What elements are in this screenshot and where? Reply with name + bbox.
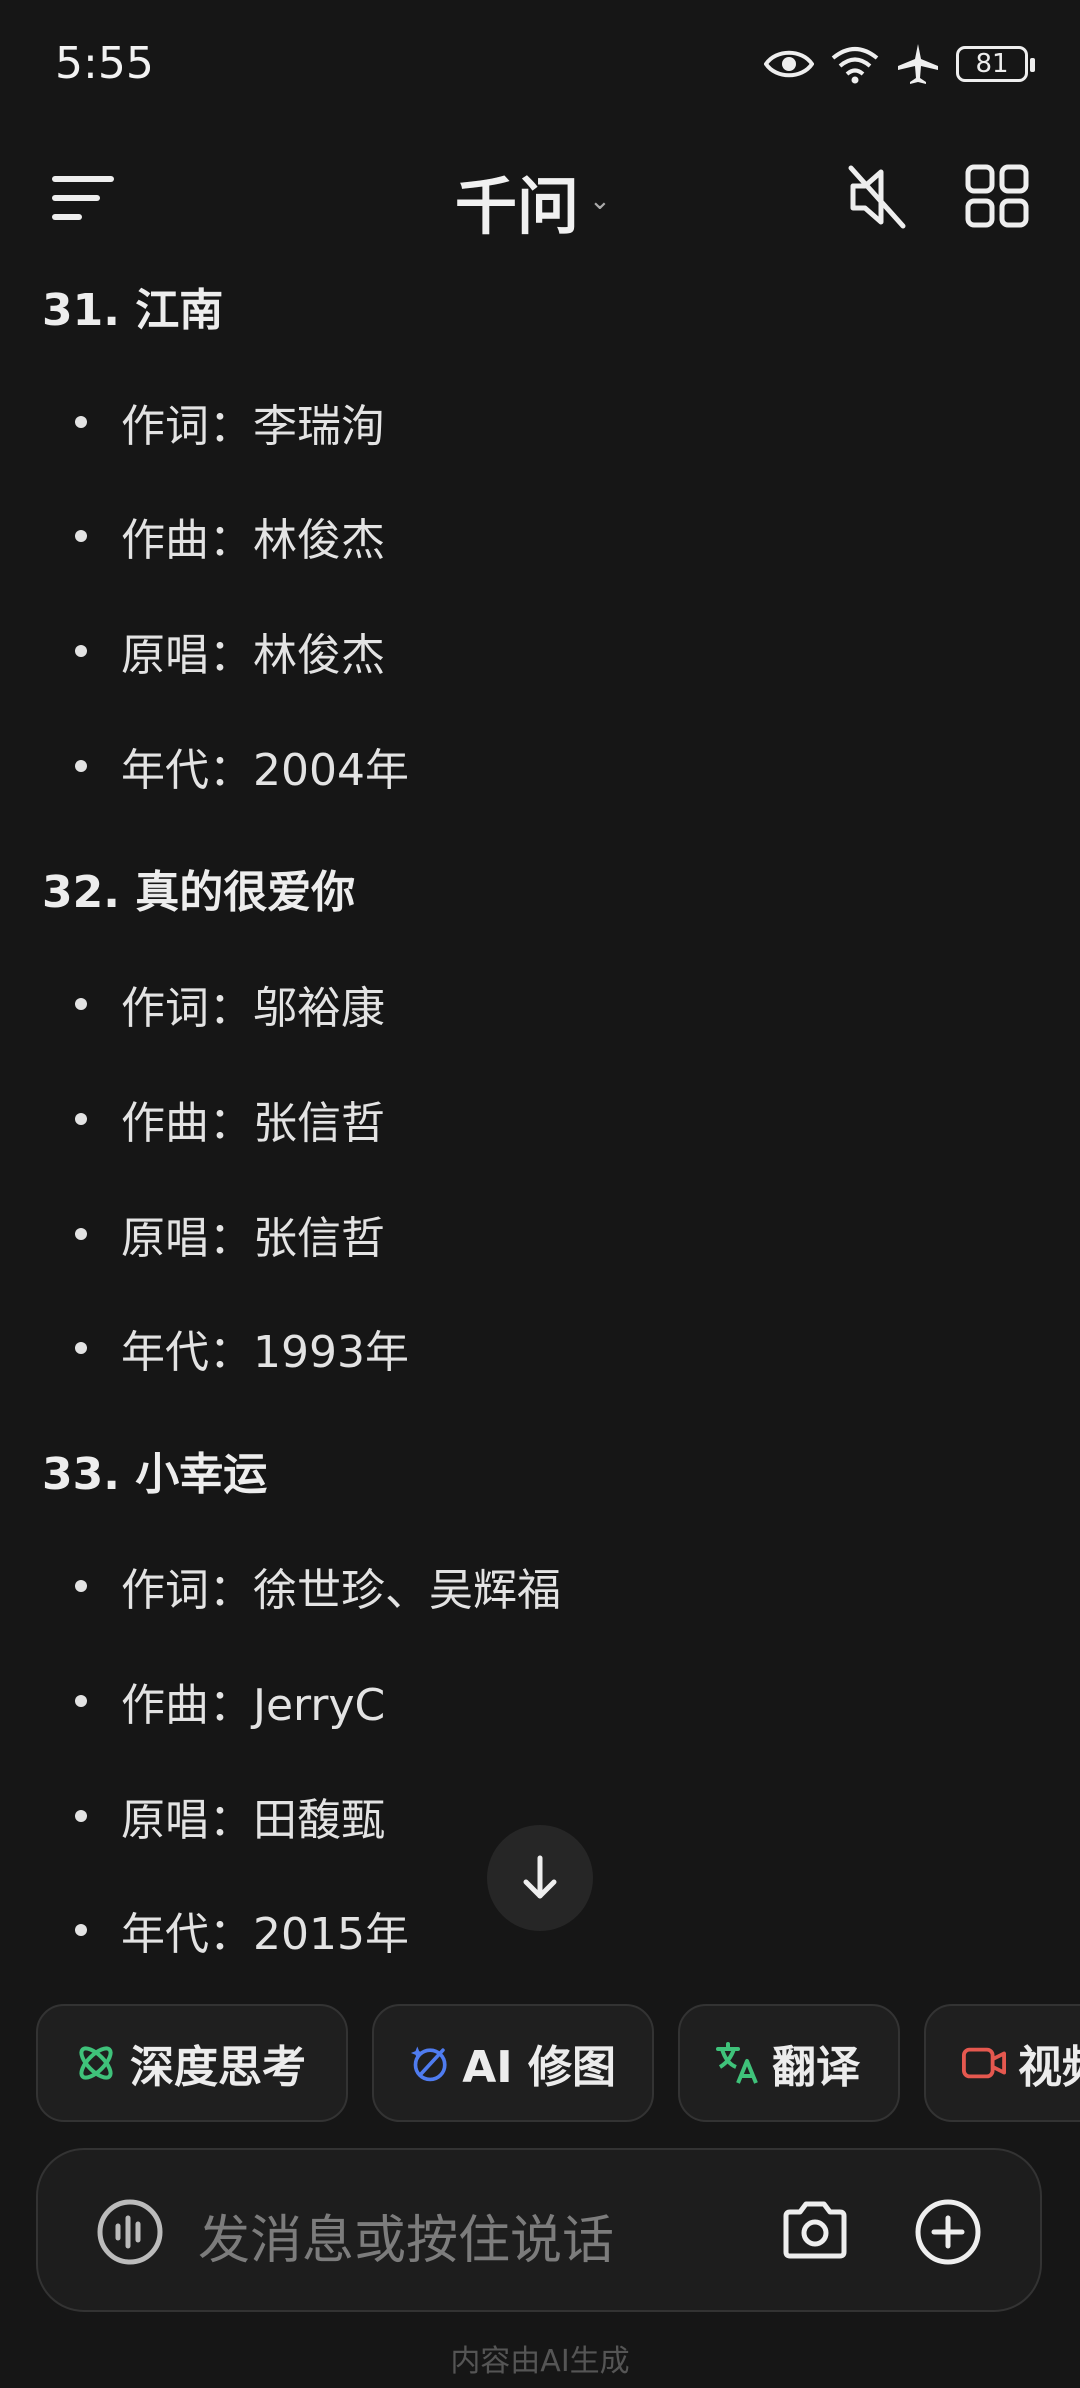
song-heading: 33. 小幸运 [42,1449,268,1500]
status-time: 5:55 [55,38,154,89]
bullet-dot [75,1228,87,1240]
bullet-dot [75,416,87,428]
list-item-text: 原唱：田馥甄 [121,1795,385,1846]
list-item-text: 作词：邬裕康 [121,983,385,1034]
list-item: 原唱：林俊杰 [75,619,385,683]
bullet-dot [75,760,87,772]
song-heading: 32. 真的很爱你 [42,867,356,918]
chevron-down-icon: ⌄ [589,186,611,216]
list-item: 作曲：林俊杰 [75,504,385,568]
list-item: 原唱：张信哲 [75,1202,385,1266]
model-selector[interactable]: 千问 ⌄ [455,156,611,246]
list-item: 作词：邬裕康 [75,972,385,1036]
list-item-text: 原唱：张信哲 [121,1213,385,1264]
list-item: 作曲：张信哲 [75,1087,385,1151]
menu-icon[interactable] [52,170,116,226]
translate-icon [716,2042,758,2084]
chip-label: AI 修图 [462,2042,616,2093]
add-attachment-icon[interactable] [914,2198,982,2266]
airplane-icon [898,44,938,84]
message-composer: 发消息或按住说话 [36,2148,1042,2312]
list-item-text: 作曲：JerryC [121,1680,386,1731]
list-item-text: 作曲：张信哲 [121,1098,385,1149]
list-item-text: 作词：徐世珍、吴辉福 [121,1565,561,1616]
list-item: 作词：李瑞洵 [75,390,385,454]
scroll-to-bottom-button[interactable] [487,1825,593,1931]
list-item: 年代：2004年 [75,734,409,798]
list-item-text: 年代：2015年 [121,1909,409,1960]
camera-icon[interactable] [782,2200,848,2260]
chip-translate[interactable]: 翻译 [678,2004,900,2122]
list-item-text: 年代：1993年 [121,1327,409,1378]
song-heading: 31. 江南 [42,285,224,336]
chip-label: 深度思考 [130,2042,306,2093]
battery-indicator: 81 [956,46,1035,82]
ai-disclaimer: 内容由AI生成 [450,2344,630,2379]
bullet-dot [75,1924,87,1936]
bullet-dot [75,1580,87,1592]
status-icons: 81 [764,42,1035,86]
bullet-dot [75,998,87,1010]
wifi-icon [831,47,879,84]
chip-ai-retouch[interactable]: AI 修图 [372,2004,654,2122]
list-item: 作词：徐世珍、吴辉福 [75,1554,561,1618]
bullet-dot [75,1810,87,1822]
chip-video[interactable]: 视频 [924,2004,1080,2122]
speaker-muted-icon[interactable] [845,162,909,232]
list-item-text: 作词：李瑞洵 [121,401,385,452]
eye-icon [764,50,814,78]
chip-label: 视频 [1018,2042,1080,2093]
arrow-down-icon [523,1855,557,1899]
bullet-dot [75,1342,87,1354]
list-item: 作曲：JerryC [75,1669,385,1733]
video-icon [962,2047,1006,2079]
quick-actions-bar: 深度思考 AI 修图 翻译 视频 [36,2004,1080,2124]
app-title: 千问 [455,170,580,243]
app-bar: 千问 ⌄ [0,150,1080,250]
list-item: 原唱：田馥甄 [75,1784,385,1848]
bullet-dot [75,530,87,542]
bullet-dot [75,1695,87,1707]
list-item-text: 作曲：林俊杰 [121,515,385,566]
battery-level: 81 [975,49,1009,79]
list-item-text: 原唱：林俊杰 [121,630,385,681]
list-item: 年代：2015年 [75,1898,409,1962]
magic-wand-icon [410,2046,447,2082]
message-input[interactable]: 发消息或按住说话 [198,2198,614,2273]
list-item: 年代：1993年 [75,1316,409,1380]
voice-input-icon[interactable] [96,2198,164,2266]
status-bar: 5:55 81 [0,0,1080,135]
atom-icon [79,2046,113,2080]
chip-label: 翻译 [772,2042,860,2093]
bullet-dot [75,1113,87,1125]
chip-deep-thinking[interactable]: 深度思考 [36,2004,348,2122]
list-item-text: 年代：2004年 [121,745,409,796]
apps-grid-icon[interactable] [965,164,1029,228]
bullet-dot [75,645,87,657]
